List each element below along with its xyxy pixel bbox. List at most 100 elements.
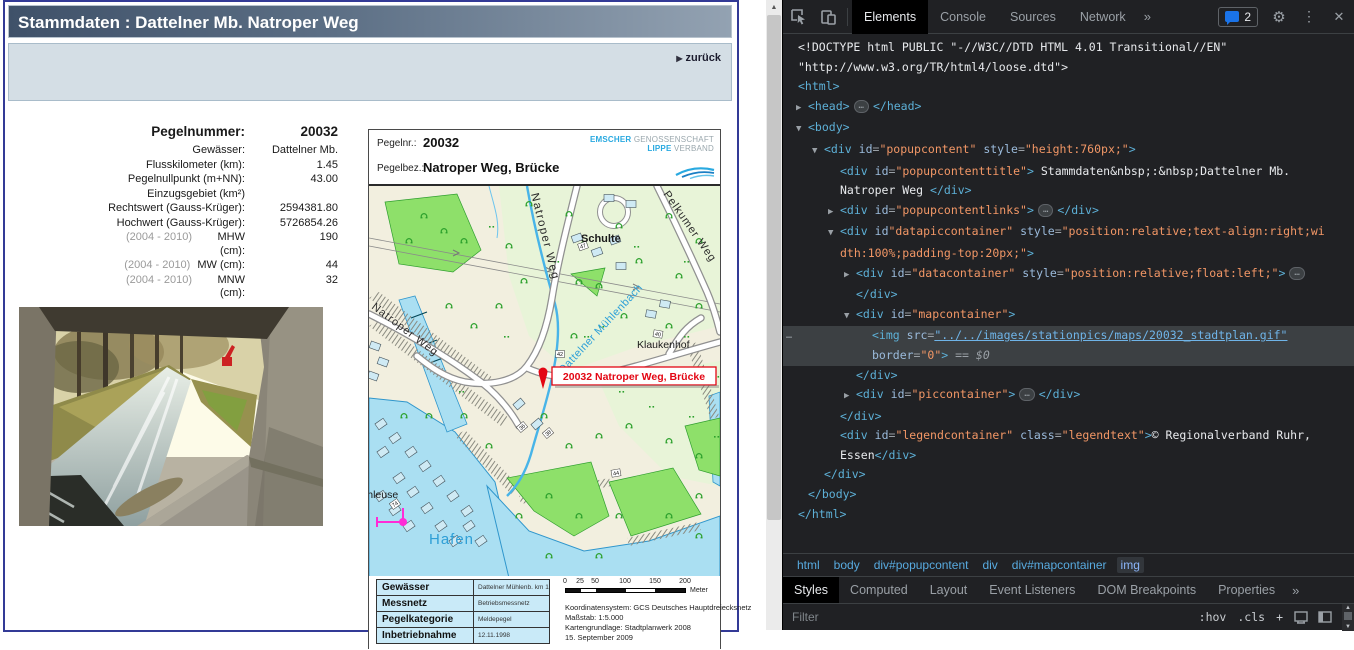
station-data-table: Pegelnummer:20032Gewässer:Dattelner Mb.F… xyxy=(32,123,338,302)
station-row: Rechtswert (Gauss-Krüger):2594381.80 xyxy=(32,202,338,216)
station-row: (2004 - 2010)MHW (cm):190 xyxy=(32,231,338,258)
breadcrumb-item[interactable]: div#mapcontainer xyxy=(1012,558,1107,572)
styles-more-tabs-icon[interactable]: » xyxy=(1286,583,1305,598)
legend-row: PegelkategorieMeldepegel xyxy=(377,612,549,628)
dom-tree-line[interactable]: <div id="popupcontenttitle"> Stammdaten&… xyxy=(783,162,1354,182)
station-row: Pegelnullpunkt (m+NN):43.00 xyxy=(32,173,338,187)
gauge-marker: 20032 Natroper Weg, Brücke xyxy=(539,367,720,389)
settings-gear-icon[interactable]: ⚙ xyxy=(1264,4,1294,30)
scrollbar-thumb[interactable] xyxy=(767,15,781,520)
dom-tree-line[interactable]: "http://www.w3.org/TR/html4/loose.dtd"> xyxy=(783,58,1354,78)
more-tabs-icon[interactable]: » xyxy=(1138,9,1157,24)
screen: Stammdaten : Dattelner Mb. Natroper Weg … xyxy=(0,0,1354,630)
dom-tree-line[interactable]: </div> xyxy=(783,285,1354,305)
tab-computed[interactable]: Computed xyxy=(839,577,919,604)
tab-event-listeners[interactable]: Event Listeners xyxy=(978,577,1086,604)
dom-tree-line[interactable]: </div> xyxy=(783,407,1354,427)
expand-arrow-icon: ▶ xyxy=(844,266,856,286)
dom-tree-line[interactable]: ▶<head>…</head> xyxy=(783,97,1354,119)
sidebar-toggle-icon[interactable] xyxy=(1318,610,1332,624)
tab-sources[interactable]: Sources xyxy=(998,0,1068,34)
breadcrumb-item[interactable]: html xyxy=(797,558,820,572)
dom-tree-line[interactable]: </div> xyxy=(783,465,1354,485)
station-page: Stammdaten : Dattelner Mb. Natroper Weg … xyxy=(3,0,739,632)
rendering-emulation-icon[interactable] xyxy=(1294,610,1308,624)
dom-tree-line[interactable]: Essen</div> xyxy=(783,446,1354,466)
toggle-hover-state-button[interactable]: :hov xyxy=(1199,610,1227,624)
styles-mini-scrollbar[interactable]: ▲▼ xyxy=(1342,604,1354,631)
tab-console[interactable]: Console xyxy=(928,0,998,34)
back-link[interactable]: ▶zurück xyxy=(676,52,721,64)
dom-tree-line[interactable]: ▼<div id="popupcontent" style="height:76… xyxy=(783,140,1354,162)
dom-tree-line[interactable]: ▼<div id"datapiccontainer" style="positi… xyxy=(783,222,1354,244)
issues-bubble-icon xyxy=(1225,11,1239,22)
map-pegelbez-value: Natroper Weg, Brücke xyxy=(423,160,559,175)
station-row: Pegelnummer:20032 xyxy=(32,123,338,143)
page-scrollbar[interactable]: ▲ xyxy=(766,0,782,630)
styles-tab-bar: StylesComputedLayoutEvent ListenersDOM B… xyxy=(783,576,1354,603)
scale-bar: 02550100150200 Meter xyxy=(565,578,715,593)
expand-arrow-icon: ▼ xyxy=(812,142,824,162)
map-canvas: 47424044383674 Schulte Klaukenhof Hafen … xyxy=(369,186,720,578)
station-map: Pegelnr.: 20032 Pegelbez.: Natroper Weg,… xyxy=(368,129,721,649)
dom-tree-line[interactable]: dth:100%;padding-top:20px;"> xyxy=(783,244,1354,264)
tab-properties[interactable]: Properties xyxy=(1207,577,1286,604)
dom-tree-line[interactable]: <html> xyxy=(783,77,1354,97)
scroll-up-icon[interactable]: ▲ xyxy=(766,0,782,15)
expand-arrow-icon: ▼ xyxy=(796,120,808,140)
gauge-marker-label: 20032 Natroper Weg, Brücke xyxy=(563,371,705,383)
devtools-toolbar: ElementsConsoleSourcesNetwork » 2 ⚙ ⋮ ✕ xyxy=(783,0,1354,34)
dom-tree-line[interactable]: </html> xyxy=(783,505,1354,525)
map-pegelnr-label: Pegelnr.: xyxy=(377,138,416,149)
filter-input[interactable]: Filter xyxy=(792,610,1199,624)
expand-arrow-icon: ▶ xyxy=(828,203,840,223)
styles-filter-bar: Filter :hov .cls + ▲▼ xyxy=(783,603,1354,630)
close-devtools-icon[interactable]: ✕ xyxy=(1324,4,1354,30)
elements-tree[interactable]: <!DOCTYPE html PUBLIC "-//W3C//DTD HTML … xyxy=(783,35,1354,553)
breadcrumb-item[interactable]: body xyxy=(834,558,860,572)
issues-count: 2 xyxy=(1244,10,1251,24)
breadcrumb-item[interactable]: div xyxy=(982,558,997,572)
tab-styles[interactable]: Styles xyxy=(783,577,839,604)
dom-tree-line[interactable]: border="0"> == $0 xyxy=(783,346,1354,366)
map-label-schulte: Schulte xyxy=(581,233,621,245)
inspect-element-icon[interactable] xyxy=(783,4,813,30)
kebab-menu-icon[interactable]: ⋮ xyxy=(1294,4,1324,30)
dom-tree-line[interactable]: ▶<div id="datacontainer" style="position… xyxy=(783,264,1354,286)
tab-network[interactable]: Network xyxy=(1068,0,1138,34)
links-box: ▶zurück xyxy=(8,43,732,101)
devtools-panel: ElementsConsoleSourcesNetwork » 2 ⚙ ⋮ ✕ … xyxy=(782,0,1354,630)
station-photo xyxy=(19,307,323,526)
station-row: (2004 - 2010)MNW (cm):32 xyxy=(32,274,338,301)
breadcrumb-item[interactable]: img xyxy=(1117,557,1144,573)
toggle-class-button[interactable]: .cls xyxy=(1237,610,1265,624)
issues-button[interactable]: 2 xyxy=(1218,7,1258,27)
page-title: Stammdaten : Dattelner Mb. Natroper Weg xyxy=(8,5,732,38)
expand-arrow-icon: ▶ xyxy=(796,99,808,119)
dom-tree-line[interactable]: ▼<body> xyxy=(783,118,1354,140)
expand-arrow-icon: ▼ xyxy=(844,307,856,327)
tab-elements[interactable]: Elements xyxy=(852,0,928,34)
breadcrumb-item[interactable]: div#popupcontent xyxy=(874,558,969,572)
tab-dom-breakpoints[interactable]: DOM Breakpoints xyxy=(1086,577,1207,604)
device-toolbar-icon[interactable] xyxy=(813,4,843,30)
dom-tree-line[interactable]: <div id="legendcontainer" class="legendt… xyxy=(783,426,1354,446)
new-style-rule-button[interactable]: + xyxy=(1276,610,1283,624)
collapsed-content-icon: … xyxy=(854,100,869,113)
dom-tree-line[interactable]: …<img src="../../images/stationpics/maps… xyxy=(783,326,1354,346)
dom-tree-line[interactable]: </body> xyxy=(783,485,1354,505)
dom-tree-line[interactable]: ▼<div id="mapcontainer"> xyxy=(783,305,1354,327)
map-label-klaukenhof: Klaukenhof xyxy=(637,339,690,351)
dom-tree-line[interactable]: ▶<div id="popupcontentlinks">…</div> xyxy=(783,201,1354,223)
legend-info: Koordinatensystem: GCS Deutsches Hauptdr… xyxy=(565,603,751,643)
dom-tree-line[interactable]: Natroper Weg </div> xyxy=(783,181,1354,201)
map-pegelbez-label: Pegelbez.: xyxy=(377,163,424,174)
map-label-schleuse: Schleuse xyxy=(369,489,398,501)
tab-layout[interactable]: Layout xyxy=(919,577,979,604)
dom-tree-line[interactable]: </div> xyxy=(783,366,1354,386)
map-label-hafen: Hafen xyxy=(429,531,474,548)
station-row: Hochwert (Gauss-Krüger):5726854.26 xyxy=(32,217,338,231)
dom-tree-line[interactable]: <!DOCTYPE html PUBLIC "-//W3C//DTD HTML … xyxy=(783,38,1354,58)
dom-tree-line[interactable]: ▶<div id="piccontainer">…</div> xyxy=(783,385,1354,407)
station-row: Gewässer:Dattelner Mb. xyxy=(32,144,338,158)
